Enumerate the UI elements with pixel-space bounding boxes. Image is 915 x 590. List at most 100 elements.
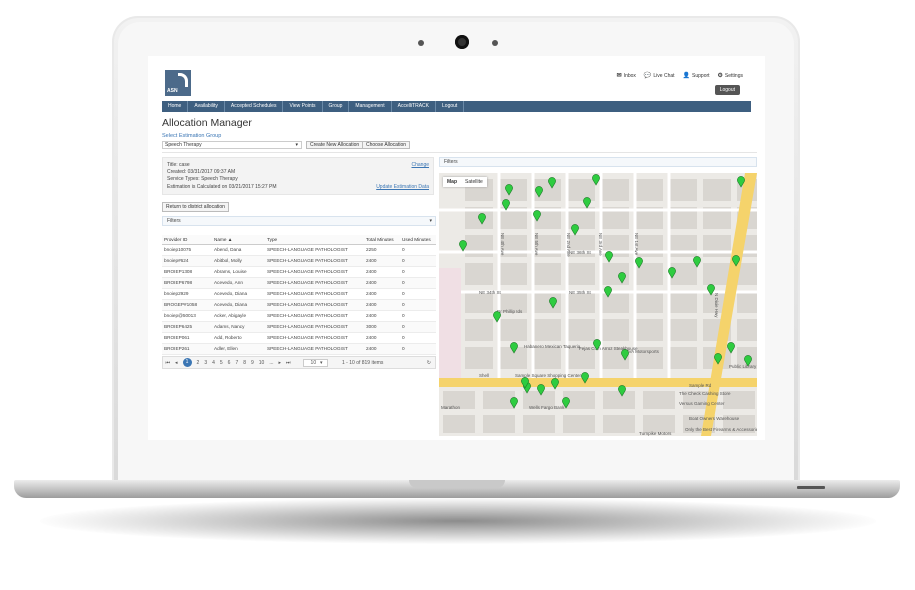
- live-chat-label: Live Chat: [653, 72, 675, 79]
- pager: ⏮ ◂ 1 2 3 4 5 6 7 8 9 10 ... ▸ ⏭ 10 ▾ 1 …: [162, 356, 436, 369]
- page-4[interactable]: 4: [212, 360, 215, 366]
- page-10[interactable]: 10: [259, 360, 265, 366]
- page-size-select[interactable]: 10 ▾: [303, 358, 328, 367]
- page-5[interactable]: 5: [220, 360, 223, 366]
- logo[interactable]: ASN: [165, 70, 191, 96]
- nav-availability[interactable]: Availability: [188, 101, 225, 112]
- map-label: NE 1st Ave: [634, 233, 639, 256]
- nav-management[interactable]: Management: [349, 101, 392, 112]
- settings-link[interactable]: ⚙ Settings: [718, 72, 743, 80]
- map-label: NE 2nd Ave: [566, 233, 571, 257]
- choose-allocation-button[interactable]: Choose Allocation: [362, 141, 411, 149]
- table-row[interactable]: BROIEP6425 Adams, Nancy SPEECH-LANGUAGE PA…: [162, 321, 436, 333]
- info-title: Title: case: [167, 162, 190, 168]
- table-cell: 0: [400, 266, 436, 278]
- satellite-tab[interactable]: Satellite: [461, 177, 487, 187]
- filters-bar-left[interactable]: Filters ▾: [162, 216, 436, 226]
- table-cell: 0: [400, 310, 436, 322]
- nav-accellitrack[interactable]: AccelliTRACK: [392, 101, 437, 112]
- table-row[interactable]: BROIEP1308 Abrams, Louise SPEECH-LANGUAGE …: [162, 266, 436, 278]
- table-cell: Acker, Abigayle: [212, 310, 265, 322]
- table-row[interactable]: BROIEP261 Adler, Ellen SPEECH-LANGUAGE PAT…: [162, 343, 436, 355]
- inbox-link[interactable]: ✉ Inbox: [616, 72, 636, 80]
- refresh-icon[interactable]: ↻: [427, 360, 431, 366]
- table-cell: 0: [400, 343, 436, 355]
- change-link[interactable]: Change: [411, 162, 429, 168]
- nav-group[interactable]: Group: [323, 101, 350, 112]
- table-cell: 2400: [364, 288, 400, 300]
- table-cell: 2400: [364, 255, 400, 267]
- page-more[interactable]: ...: [269, 360, 273, 366]
- map-label: N Dixie Hwy: [714, 293, 719, 318]
- map-label: Boat Owners Warehouse: [689, 416, 740, 421]
- map-label: Dr Phillip Ids: [497, 309, 523, 314]
- page-9[interactable]: 9: [251, 360, 254, 366]
- page-7[interactable]: 7: [235, 360, 238, 366]
- live-chat-link[interactable]: 💬 Live Chat: [644, 72, 675, 80]
- support-link[interactable]: 👤 Support: [683, 72, 710, 80]
- map-label: Versus Gaming Center: [679, 401, 725, 406]
- map-tab[interactable]: Map: [443, 177, 461, 187]
- page-2[interactable]: 2: [197, 360, 200, 366]
- logout-button[interactable]: Logout: [714, 85, 740, 95]
- next-page-icon[interactable]: ▸: [279, 360, 282, 366]
- table-cell: BROIEP261: [162, 343, 212, 355]
- nav-home[interactable]: Home: [162, 101, 189, 112]
- table-cell: SPEECH-LANGUAGE PATHOLOGIST: [265, 299, 364, 311]
- nav-logout[interactable]: Logout: [436, 101, 465, 112]
- map-label: Wells Fargo Bank: [529, 405, 565, 410]
- map-canvas[interactable]: NE 36th St NE 35th St NE 34th St Sample Rd N…: [439, 173, 757, 436]
- webcam-icon: [455, 35, 469, 49]
- table-cell: Adams, Nancy: [212, 321, 265, 333]
- table-cell: BROIEP6425: [162, 321, 212, 333]
- prev-page-icon[interactable]: ◂: [175, 360, 178, 366]
- return-button[interactable]: Return to district allocation: [162, 202, 229, 212]
- first-page-icon[interactable]: ⏮: [166, 360, 171, 366]
- table-row[interactable]: bnoiep#624 Abitbol, Molly SPEECH-LANGUAGE …: [162, 255, 436, 267]
- filters-bar-map[interactable]: Filters: [439, 157, 757, 167]
- nav-accepted-schedules[interactable]: Accepted Schedules: [225, 101, 284, 112]
- nav-view-points[interactable]: View Points: [283, 101, 323, 112]
- table-row[interactable]: bnoiep@50013 Acker, Abigayle SPEECH-LANGUA…: [162, 310, 436, 322]
- map-label: Marathon: [441, 405, 461, 410]
- page-1[interactable]: 1: [182, 358, 192, 367]
- map-panel[interactable]: NE 36th St NE 35th St NE 34th St Sample Rd N…: [439, 173, 757, 436]
- table-row[interactable]: BROIEP061 Add, Roberto SPEECH-LANGUAGE PAT…: [162, 332, 436, 344]
- map-label: Habanero Mexican Taqueria: [524, 344, 581, 349]
- top-links: ✉ Inbox 💬 Live Chat 👤 Support ⚙ Settings: [616, 72, 743, 80]
- table-cell: 0: [400, 321, 436, 333]
- park-area: [439, 268, 461, 378]
- table-cell: 2400: [364, 277, 400, 289]
- table-header-row: Provider ID Name ▲ Type Total Minutes Us…: [162, 235, 436, 245]
- table-cell: 0: [400, 255, 436, 267]
- allocation-info-panel: Title: case Created: 03/31/2017 09:37 AM…: [162, 157, 434, 195]
- create-allocation-button[interactable]: Create New Allocation: [306, 141, 364, 149]
- table-cell: bnoiep2929: [162, 288, 212, 300]
- logo-mark-icon: [178, 73, 188, 87]
- table-row[interactable]: BROIEP6798 Acevedo, Ann SPEECH-LANGUAGE PA…: [162, 277, 436, 289]
- col-name[interactable]: Name ▲: [212, 235, 265, 245]
- select-group-label[interactable]: Select Estimation Group: [162, 133, 221, 139]
- port: [797, 486, 825, 489]
- providers-table: Provider ID Name ▲ Type Total Minutes Us…: [162, 235, 436, 355]
- table-cell: SPEECH-LANGUAGE PATHOLOGIST: [265, 310, 364, 322]
- update-estimation-link[interactable]: Update Estimation Data: [376, 184, 429, 190]
- col-total-minutes[interactable]: Total Minutes: [364, 235, 400, 245]
- last-page-icon[interactable]: ⏭: [286, 360, 291, 366]
- page-8[interactable]: 8: [243, 360, 246, 366]
- table-cell: Add, Roberto: [212, 332, 265, 344]
- group-select-value: Speech Therapy: [165, 142, 202, 148]
- col-used-minutes[interactable]: Used Minutes: [400, 235, 436, 245]
- map-label: NE 35th St: [569, 290, 592, 295]
- page-3[interactable]: 3: [204, 360, 207, 366]
- map-label: NE 3rd Ave: [598, 233, 603, 256]
- info-created: Created: 03/31/2017 09:37 AM: [167, 169, 236, 175]
- table-row[interactable]: bnoiep10075 Abend, Dana SPEECH-LANGUAGE PA…: [162, 244, 436, 256]
- page-6[interactable]: 6: [228, 360, 231, 366]
- table-row[interactable]: bnoiep2929 Acevedo, Diana SPEECH-LANGUAGE …: [162, 288, 436, 300]
- envelope-icon: ✉: [616, 73, 622, 79]
- col-type[interactable]: Type: [265, 235, 364, 245]
- col-provider-id[interactable]: Provider ID: [162, 235, 212, 245]
- table-row[interactable]: BROGEP#1058 Acevedo, Diana SPEECH-LANGUAGE…: [162, 299, 436, 311]
- group-select[interactable]: Speech Therapy ▾: [162, 141, 302, 149]
